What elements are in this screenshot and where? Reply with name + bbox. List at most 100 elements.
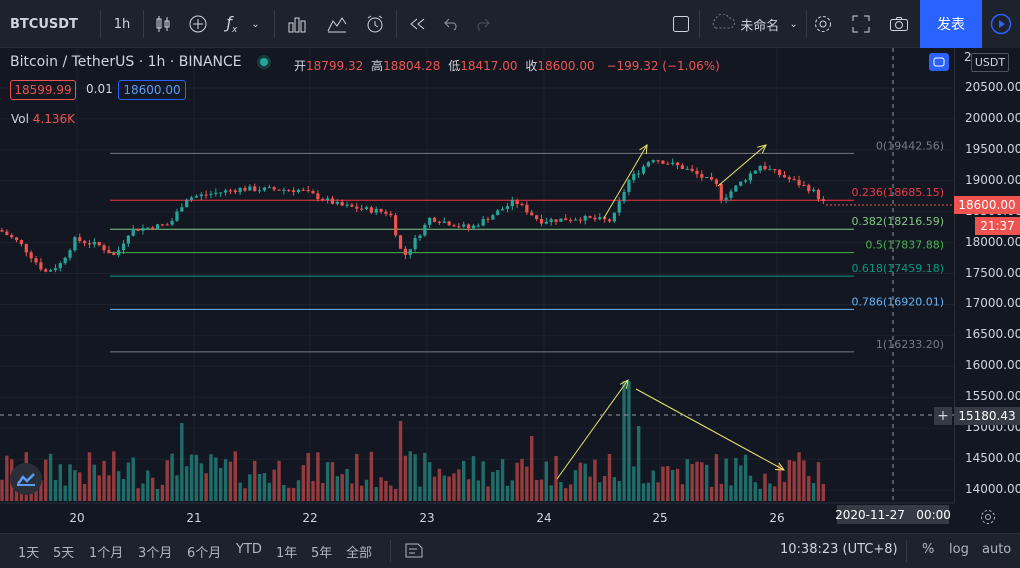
range-button[interactable]: 1年 [276,542,297,561]
volume-bar [797,452,801,501]
candle-body [53,268,58,271]
price-tick: 15500.00 [965,389,1020,404]
volume-bar [564,488,568,501]
candle-body [637,173,641,175]
range-button[interactable]: 全部 [346,542,372,561]
volume-bar [763,473,767,501]
volume-bar [544,461,549,501]
volume-bar [418,486,422,501]
candle-body [787,177,791,180]
candle-body [578,219,582,221]
current-price-value: 18600.00 [958,198,1016,212]
volume-bar [539,479,544,501]
volume-bar [87,452,92,501]
volume-bar [680,484,685,501]
volume-bar [549,485,553,501]
candle-body [19,240,24,244]
candle-body [277,189,281,191]
volume-bar [602,476,607,501]
crosshair-price-label: 15180.43 [954,407,1020,425]
settings-gear-icon[interactable] [979,508,997,529]
volume-bar [457,469,461,501]
candle-body [14,237,19,241]
price-axis[interactable]: 20500.0020000.0019500.0019000.0018500.00… [954,48,1020,503]
candle-body [632,173,636,181]
candle-body [175,211,179,221]
open-value: 18799.32 [306,59,364,73]
candle-body [782,175,787,178]
range-button[interactable]: 1天 [18,542,39,561]
candle-body [5,231,9,236]
volume-bar [253,460,257,501]
volume-bar [593,459,597,501]
candle-body [180,207,184,212]
candle-body [345,204,349,206]
volume-bar [462,460,466,501]
candle-body [389,213,393,216]
candle-body [510,200,514,207]
percent-toggle[interactable]: % [922,542,934,557]
range-button[interactable]: 1个月 [89,542,123,561]
volume-bar [821,483,826,501]
auto-scale-icon[interactable] [929,53,949,71]
candle-body [189,197,194,200]
candle-body [146,227,150,229]
candle-body [656,160,660,162]
auto-toggle[interactable]: auto [982,542,1011,557]
volume-bar [262,473,267,501]
range-button[interactable]: 3个月 [138,542,172,561]
candle-body [763,165,767,170]
candle-body [452,225,456,227]
volume-bar [768,483,772,501]
candle-body [126,235,130,244]
fib-level-label: 0(19442.56) [876,139,944,152]
volume-bar [705,464,709,501]
close-value: 18600.00 [537,59,595,73]
volume-bar [471,456,476,501]
date-range-icon[interactable] [404,541,424,562]
volume-bar [515,462,519,501]
candle-body [296,189,301,192]
candle-body [515,200,519,204]
candle-body [739,181,743,186]
sell-price-button[interactable]: 18599.99 [10,80,76,100]
candle-body [437,221,441,223]
volume-bar [743,454,748,501]
volume-bar [568,484,573,501]
trading-view-logo-icon[interactable] [10,463,42,495]
volume-bar [734,457,738,501]
volume-bar [311,481,315,501]
candle-body [423,224,427,236]
candle-body [471,225,476,229]
clock-timezone[interactable]: 10:38:23 (UTC+8) [780,542,898,557]
range-button[interactable]: 5天 [53,542,74,561]
candle-body [816,189,821,200]
volume-bar [165,460,169,501]
range-button[interactable]: 6个月 [187,542,221,561]
high-label: 高 [371,59,384,73]
currency-label: USDT [974,56,1006,69]
candle-body [107,250,111,254]
crosshair-time-value: 2020-11-27 00:00 [835,507,951,522]
add-order-plus-icon[interactable]: + [934,407,952,425]
volume-bar [632,466,636,501]
candle-body [287,189,291,191]
currency-button[interactable]: USDT [971,53,1009,72]
volume-bar [340,474,344,501]
candle-body [773,169,777,171]
volume-bar [670,469,675,501]
candle-body [734,185,738,192]
volume-bar [403,455,408,501]
range-button[interactable]: 5年 [311,542,332,561]
buy-price-button[interactable]: 18600.00 [118,80,186,100]
candle-body [724,197,728,200]
candle-body [301,189,305,191]
candle-body [112,253,116,255]
volume-bar [748,475,753,501]
divider [390,540,391,562]
candle-body [83,241,87,244]
volume-bar [170,453,174,501]
bid-value: 18599.99 [14,83,72,97]
range-button[interactable]: YTD [236,542,262,557]
log-toggle[interactable]: log [949,542,969,557]
